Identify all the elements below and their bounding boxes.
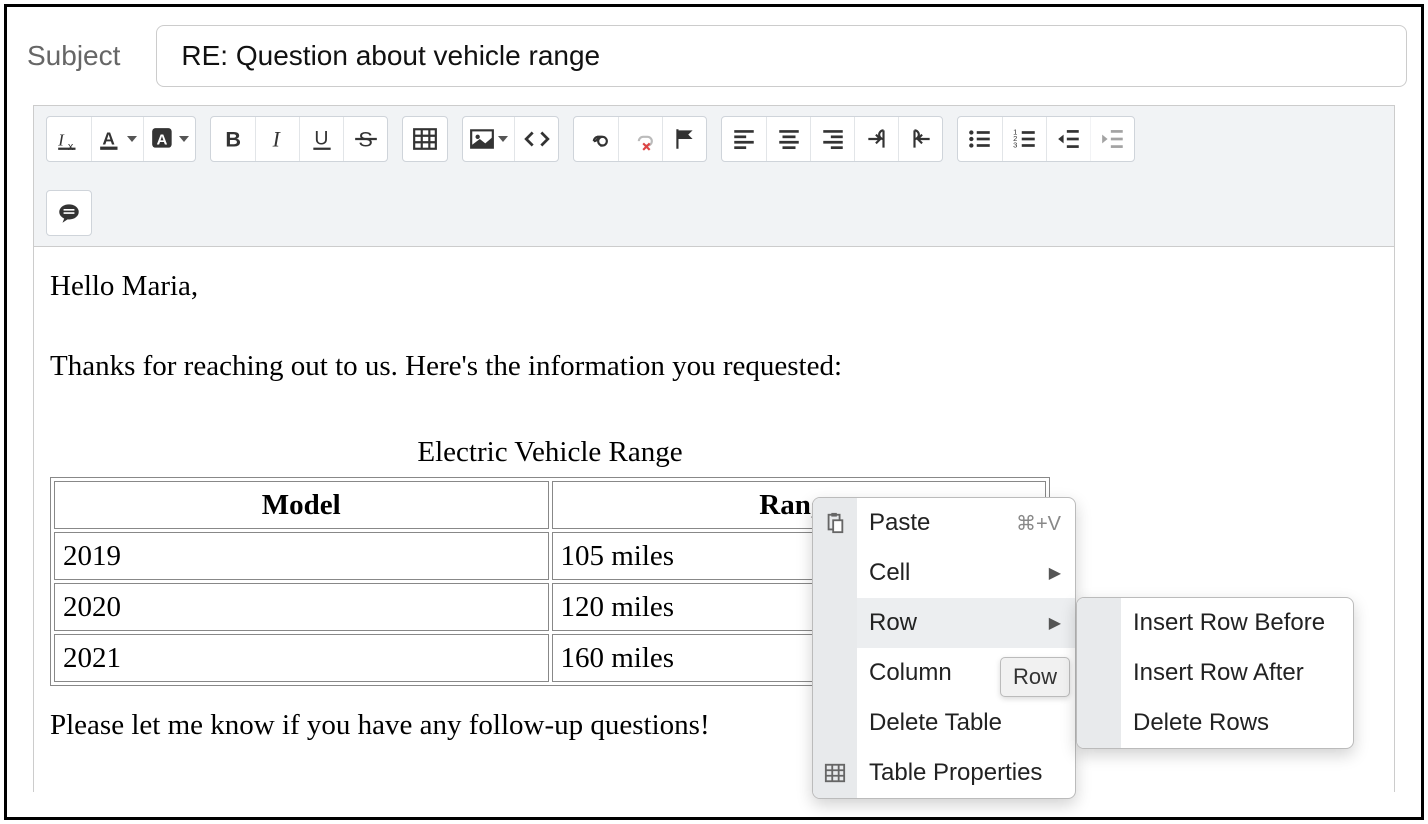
sm-insert-after-label: Insert Row After xyxy=(1133,659,1304,687)
code-icon xyxy=(524,126,550,152)
subject-row: Subject xyxy=(7,7,1421,105)
ol-icon: 123 xyxy=(1012,126,1038,152)
cm-row-label: Row xyxy=(869,609,1049,637)
ltr-icon xyxy=(864,126,890,152)
row-submenu: Insert Row Before Insert Row After Delet… xyxy=(1076,597,1354,749)
ul-button[interactable] xyxy=(958,117,1002,161)
anchor-button[interactable] xyxy=(662,117,706,161)
table-cell[interactable]: 2021 xyxy=(54,634,549,682)
ul-icon xyxy=(967,126,993,152)
cm-delete-table-label: Delete Table xyxy=(869,709,1061,737)
cm-table-props-label: Table Properties xyxy=(869,759,1061,787)
clear-format-button[interactable]: Ix xyxy=(47,117,91,161)
svg-text:A: A xyxy=(157,131,168,148)
align-left-icon xyxy=(731,126,757,152)
bold-button[interactable]: B xyxy=(211,117,255,161)
flag-icon xyxy=(672,126,698,152)
chevron-right-icon: ▶ xyxy=(1049,563,1061,583)
subject-input[interactable] xyxy=(156,25,1407,87)
chevron-right-icon: ▶ xyxy=(1049,613,1061,633)
align-center-icon xyxy=(776,126,802,152)
table-cell[interactable]: 2019 xyxy=(54,532,549,580)
rtl-button[interactable] xyxy=(898,117,942,161)
indent-icon xyxy=(1100,126,1126,152)
clear-format-icon: Ix xyxy=(56,126,82,152)
cm-row[interactable]: Row ▶ xyxy=(813,598,1075,648)
link-icon xyxy=(583,126,609,152)
svg-text:I: I xyxy=(271,128,281,152)
text-color-icon: A xyxy=(98,126,124,152)
align-center-button[interactable] xyxy=(766,117,810,161)
paste-icon xyxy=(824,512,846,534)
comment-icon xyxy=(56,200,82,226)
sm-delete-rows-label: Delete Rows xyxy=(1133,709,1269,737)
text-color-button[interactable]: A xyxy=(91,117,143,161)
sm-insert-row-before[interactable]: Insert Row Before xyxy=(1077,598,1353,648)
svg-text:I: I xyxy=(57,131,65,150)
align-right-button[interactable] xyxy=(810,117,854,161)
underline-icon: U xyxy=(309,126,335,152)
cm-paste-label: Paste xyxy=(869,509,1016,537)
context-menu: Paste ⌘+V Cell ▶ Row ▶ Column ▶ Delete T… xyxy=(812,497,1076,799)
svg-text:x: x xyxy=(68,141,74,152)
sm-delete-rows[interactable]: Delete Rows xyxy=(1077,698,1353,748)
italic-icon: I xyxy=(265,126,291,152)
svg-text:3: 3 xyxy=(1013,141,1017,150)
strike-button[interactable]: S xyxy=(343,117,387,161)
svg-text:U: U xyxy=(314,127,328,149)
cm-cell[interactable]: Cell ▶ xyxy=(813,548,1075,598)
insert-image-button[interactable] xyxy=(463,117,514,161)
table-caption: Electric Vehicle Range xyxy=(50,431,1050,477)
svg-text:B: B xyxy=(225,127,241,152)
cm-paste[interactable]: Paste ⌘+V xyxy=(813,498,1075,548)
intro-text: Thanks for reaching out to us. Here's th… xyxy=(50,345,1378,387)
table-icon xyxy=(412,126,438,152)
cm-table-properties[interactable]: Table Properties xyxy=(813,748,1075,798)
svg-text:A: A xyxy=(102,128,115,148)
bg-color-button[interactable]: A xyxy=(143,117,195,161)
indent-button[interactable] xyxy=(1090,117,1134,161)
outdent-button[interactable] xyxy=(1046,117,1090,161)
insert-table-button[interactable] xyxy=(403,117,447,161)
sm-insert-before-label: Insert Row Before xyxy=(1133,609,1325,637)
cm-cell-label: Cell xyxy=(869,559,1049,587)
outdent-icon xyxy=(1056,126,1082,152)
bold-icon: B xyxy=(220,126,246,152)
table-cell[interactable]: 2020 xyxy=(54,583,549,631)
ol-button[interactable]: 123 xyxy=(1002,117,1046,161)
cm-delete-table[interactable]: Delete Table xyxy=(813,698,1075,748)
toolbar: Ix A A B I U S xyxy=(34,106,1394,247)
comment-button[interactable] xyxy=(47,191,91,235)
bg-color-icon: A xyxy=(150,126,176,152)
align-left-button[interactable] xyxy=(722,117,766,161)
code-view-button[interactable] xyxy=(514,117,558,161)
strike-icon: S xyxy=(353,126,379,152)
tooltip: Row xyxy=(1000,657,1070,697)
subject-label: Subject xyxy=(27,40,120,72)
italic-button[interactable]: I xyxy=(255,117,299,161)
rtl-icon xyxy=(908,126,934,152)
table-header[interactable]: Model xyxy=(54,481,549,529)
ltr-button[interactable] xyxy=(854,117,898,161)
sm-insert-row-after[interactable]: Insert Row After xyxy=(1077,648,1353,698)
image-icon xyxy=(469,126,495,152)
unlink-button[interactable] xyxy=(618,117,662,161)
unlink-icon xyxy=(628,126,654,152)
align-right-icon xyxy=(820,126,846,152)
table-icon xyxy=(824,762,846,784)
greeting-text: Hello Maria, xyxy=(50,265,1378,307)
link-button[interactable] xyxy=(574,117,618,161)
underline-button[interactable]: U xyxy=(299,117,343,161)
cm-paste-shortcut: ⌘+V xyxy=(1016,511,1061,536)
